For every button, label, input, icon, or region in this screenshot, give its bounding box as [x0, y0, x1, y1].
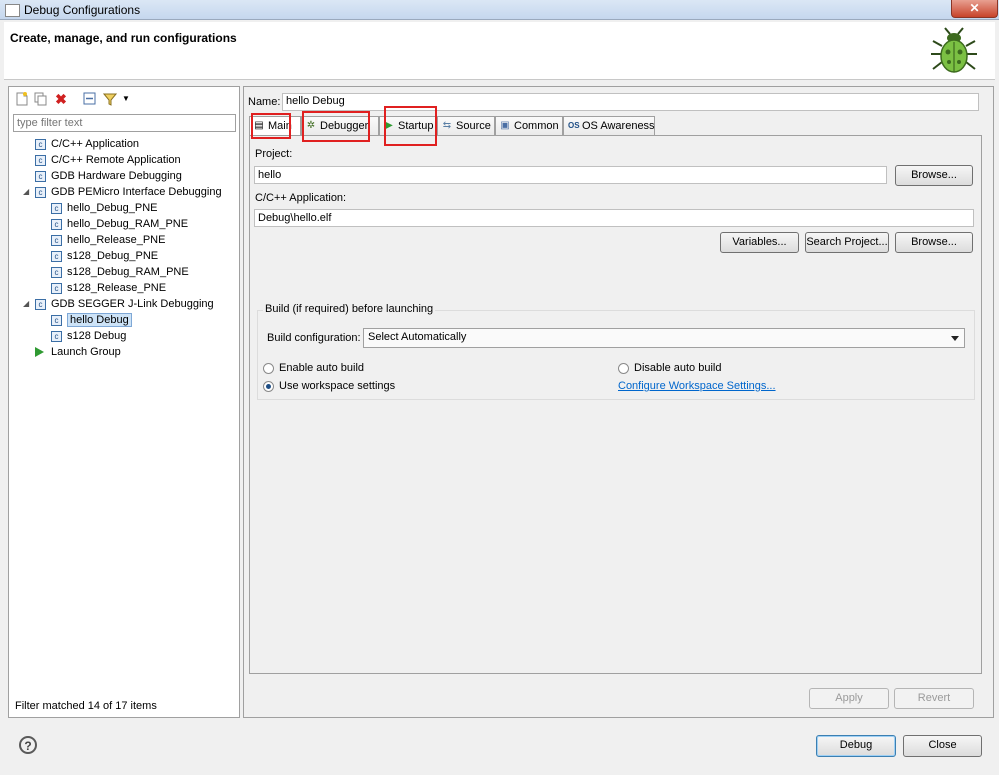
highlight-box-startup	[384, 106, 437, 146]
dialog-header: Create, manage, and run configurations	[4, 22, 995, 80]
expand-arrow-icon[interactable]: ◢	[23, 184, 29, 200]
c-config-icon: c	[51, 330, 62, 342]
configure-workspace-link[interactable]: Configure Workspace Settings...	[618, 380, 776, 392]
application-browse-button[interactable]: Browse...	[895, 232, 973, 253]
help-icon[interactable]: ?	[19, 736, 37, 754]
app-icon	[5, 4, 20, 17]
window-title: Debug Configurations	[24, 3, 141, 17]
project-label: Project:	[255, 148, 293, 160]
disable-auto-build-radio[interactable]	[618, 363, 629, 374]
name-label: Name:	[248, 96, 281, 108]
highlight-box-debugger	[302, 111, 370, 142]
tree-item-selected[interactable]: c hello Debug	[51, 312, 132, 328]
app-label: C/C++ Application:	[255, 192, 347, 204]
revert-button[interactable]: Revert	[894, 688, 974, 709]
expand-arrow-icon[interactable]: ◢	[23, 296, 29, 312]
window-close-button[interactable]: ✕	[951, 0, 998, 18]
window-titlebar: Debug Configurations ✕	[0, 0, 999, 20]
tree-item[interactable]: ◢ c GDB SEGGER J-Link Debugging	[23, 296, 214, 312]
application-field[interactable]: Debug\hello.elf	[254, 209, 974, 227]
tree-item[interactable]: c s128 Debug	[51, 328, 126, 344]
build-config-label: Build configuration:	[267, 332, 361, 344]
tree-item[interactable]: c C/C++ Application	[35, 136, 139, 152]
tree-item[interactable]: c hello_Debug_PNE	[51, 200, 158, 216]
c-config-icon: c	[51, 250, 62, 262]
delete-icon[interactable]: ✖	[54, 92, 68, 106]
build-group: Build (if required) before launching Bui…	[257, 303, 975, 400]
project-browse-button[interactable]: Browse...	[895, 165, 973, 186]
os-awareness-tab-icon: OS	[568, 121, 580, 131]
highlight-box-main	[251, 113, 291, 139]
variables-button[interactable]: Variables...	[720, 232, 799, 253]
tree-item[interactable]: c s128_Release_PNE	[51, 280, 166, 296]
chevron-down-icon	[951, 336, 959, 341]
tree-item[interactable]: c C/C++ Remote Application	[35, 152, 181, 168]
enable-auto-build-label: Enable auto build	[279, 362, 365, 374]
filter-input[interactable]	[13, 114, 236, 132]
tree-item[interactable]: c hello_Debug_RAM_PNE	[51, 216, 188, 232]
apply-button[interactable]: Apply	[809, 688, 889, 709]
main-tab-content: Project: hello Browse... C/C++ Applicati…	[249, 135, 982, 674]
project-field[interactable]: hello	[254, 166, 887, 184]
c-config-icon: c	[51, 202, 62, 214]
c-config-icon: c	[35, 298, 46, 310]
collapse-all-icon[interactable]	[83, 92, 97, 106]
duplicate-icon[interactable]	[34, 92, 48, 106]
c-config-icon: c	[35, 138, 46, 150]
use-workspace-settings-label: Use workspace settings	[279, 380, 396, 392]
tree-item[interactable]: c s128_Debug_PNE	[51, 248, 158, 264]
tab-source[interactable]: ⇆ Source	[437, 116, 495, 136]
c-config-icon: c	[35, 170, 46, 182]
enable-auto-build-radio[interactable]	[263, 363, 274, 374]
search-project-button[interactable]: Search Project...	[805, 232, 889, 253]
filter-icon[interactable]	[102, 92, 118, 106]
source-tab-icon: ⇆	[442, 120, 452, 132]
tab-common[interactable]: ▣ Common	[495, 116, 563, 136]
tree-item[interactable]: c GDB Hardware Debugging	[35, 168, 182, 184]
filter-status: Filter matched 14 of 17 items	[15, 700, 157, 712]
build-group-title: Build (if required) before launching	[263, 303, 436, 315]
c-config-icon: c	[51, 234, 62, 246]
bug-icon	[931, 27, 977, 73]
configuration-tree-pane: ✖ ▼ cC/C++ Application cC/C++ Remote App…	[8, 86, 240, 718]
c-config-icon: c	[35, 186, 46, 198]
tree-item[interactable]: c s128_Debug_RAM_PNE	[51, 264, 189, 280]
tree-item[interactable]: ◢ c GDB PEMicro Interface Debugging	[23, 184, 222, 200]
tree-item[interactable]: c hello_Release_PNE	[51, 232, 165, 248]
chevron-down-icon[interactable]: ▼	[119, 92, 133, 106]
new-configuration-icon[interactable]	[15, 92, 29, 106]
tree-item[interactable]: Launch Group	[35, 344, 121, 360]
common-tab-icon: ▣	[500, 120, 510, 132]
c-config-icon: c	[51, 218, 62, 230]
c-config-icon: c	[35, 154, 46, 166]
c-config-icon: c	[51, 282, 62, 294]
configuration-editor-pane: Name: hello Debug ▤ Main ✲ Debugger ▶ Start…	[243, 86, 994, 718]
c-config-icon: c	[51, 314, 62, 326]
c-config-icon: c	[51, 266, 62, 278]
use-workspace-settings-radio[interactable]	[263, 381, 274, 392]
tab-os-awareness[interactable]: OS OS Awareness	[563, 116, 655, 136]
header-title: Create, manage, and run configurations	[10, 31, 237, 45]
launch-group-icon	[35, 347, 44, 358]
build-config-select[interactable]: Select Automatically	[363, 328, 965, 348]
disable-auto-build-label: Disable auto build	[634, 362, 722, 374]
debug-button[interactable]: Debug	[816, 735, 896, 757]
close-button[interactable]: Close	[903, 735, 982, 757]
